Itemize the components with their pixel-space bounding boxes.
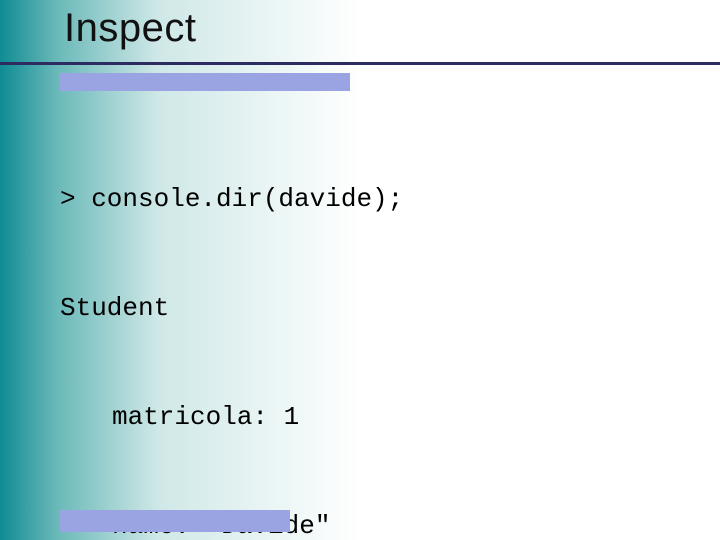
slide-title: Inspect	[64, 6, 196, 51]
slide: Inspect > console.dir(davide); Student m…	[0, 0, 720, 540]
accent-bar	[60, 73, 350, 91]
horizontal-rule	[0, 62, 720, 65]
code-line-matricola: matricola: 1	[60, 399, 587, 435]
code-line-student: Student	[60, 290, 587, 326]
footer-accent-bar	[60, 510, 290, 532]
code-line-prompt: > console.dir(davide);	[60, 181, 587, 217]
code-block: > console.dir(davide); Student matricola…	[60, 108, 587, 540]
